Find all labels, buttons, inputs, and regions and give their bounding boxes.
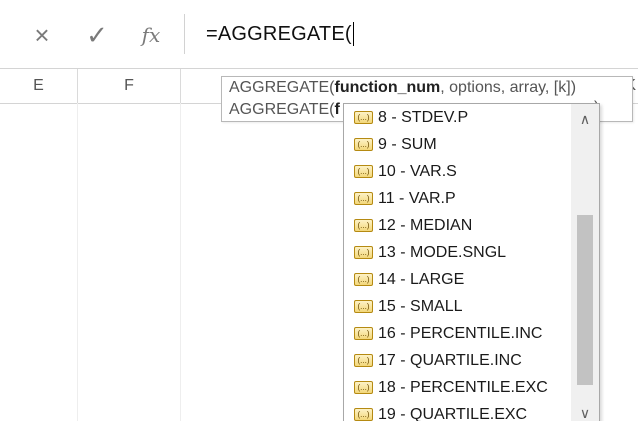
dropdown-item-label: 12 - MEDIAN [378, 216, 473, 234]
option-icon: (...) [354, 300, 373, 313]
column-header-f[interactable]: F [78, 69, 181, 103]
tooltip-fn-name: AGGREGATE( [229, 101, 335, 118]
dropdown-item[interactable]: (...) 15 - SMALL [344, 293, 570, 320]
column-label: E [33, 77, 44, 94]
tooltip-other-args: , options, array, [k]) [440, 79, 577, 96]
dropdown-item[interactable]: (...) 8 - STDEV.P [344, 104, 570, 131]
dropdown-item[interactable]: (...) 18 - PERCENTILE.EXC [344, 374, 570, 401]
tooltip-signature[interactable]: AGGREGATE(function_num, options, array, … [222, 77, 632, 99]
formula-bar: × ✓ fx =AGGREGATE( [0, 0, 638, 68]
dropdown-item-label: 11 - VAR.P [378, 189, 456, 207]
excel-window: × ✓ fx =AGGREGATE( E F K AGGREGATE(funct… [0, 0, 638, 421]
option-icon: (...) [354, 246, 373, 259]
dropdown-item[interactable]: (...) 14 - LARGE [344, 266, 570, 293]
dropdown-item-label: 9 - SUM [378, 135, 437, 153]
option-icon: (...) [354, 381, 373, 394]
scroll-up-icon[interactable]: ∧ [571, 108, 599, 130]
dropdown-item-label: 18 - PERCENTILE.EXC [378, 378, 548, 396]
dropdown-item-label: 13 - MODE.SNGL [378, 243, 507, 261]
option-icon: (...) [354, 219, 373, 232]
dropdown-item-label: 10 - VAR.S [378, 162, 457, 180]
dropdown-item-label: 8 - STDEV.P [378, 108, 469, 126]
text-caret [352, 22, 354, 46]
dropdown-item-label: 17 - QUARTILE.INC [378, 351, 522, 369]
insert-function-icon[interactable]: fx [132, 18, 170, 52]
dropdown-item[interactable]: (...) 16 - PERCENTILE.INC [344, 320, 570, 347]
column-header-e[interactable]: E [0, 69, 78, 103]
option-icon: (...) [354, 327, 373, 340]
cancel-icon[interactable]: × [24, 18, 60, 52]
formula-bar-divider [184, 14, 185, 54]
column-label: F [124, 77, 134, 94]
formula-input[interactable]: =AGGREGATE( [192, 16, 638, 52]
option-icon: (...) [354, 192, 373, 205]
dropdown-item-label: 16 - PERCENTILE.INC [378, 324, 543, 342]
option-icon: (...) [354, 408, 373, 421]
dropdown-item[interactable]: (...) 17 - QUARTILE.INC [344, 347, 570, 374]
dropdown-item[interactable]: (...) 19 - QUARTILE.EXC [344, 401, 570, 421]
dropdown-list: (...) 8 - STDEV.P (...) 9 - SUM (...) 10 - VA… [344, 104, 570, 421]
dropdown-item-label: 15 - SMALL [378, 297, 463, 315]
option-icon: (...) [354, 165, 373, 178]
scroll-down-icon[interactable]: ∨ [571, 402, 599, 421]
function-num-dropdown: (...) 8 - STDEV.P (...) 9 - SUM (...) 10 - VA… [343, 103, 600, 421]
option-icon: (...) [354, 111, 373, 124]
grid-line [180, 103, 181, 421]
dropdown-item[interactable]: (...) 12 - MEDIAN [344, 212, 570, 239]
formula-text: =AGGREGATE( [206, 22, 352, 45]
option-icon: (...) [354, 354, 373, 367]
enter-icon[interactable]: ✓ [78, 18, 116, 52]
option-icon: (...) [354, 273, 373, 286]
dropdown-item[interactable]: (...) 10 - VAR.S [344, 158, 570, 185]
dropdown-item-label: 19 - QUARTILE.EXC [378, 405, 528, 421]
scrollbar-thumb[interactable] [577, 215, 593, 386]
dropdown-item-label: 14 - LARGE [378, 270, 465, 288]
tooltip-fn-name: AGGREGATE( [229, 79, 335, 96]
tooltip-current-arg: f [334, 101, 340, 118]
dropdown-scrollbar[interactable]: ∧ ∨ [571, 104, 599, 421]
option-icon: (...) [354, 138, 373, 151]
dropdown-item[interactable]: (...) 11 - VAR.P [344, 185, 570, 212]
grid-line [77, 103, 78, 421]
dropdown-item[interactable]: (...) 13 - MODE.SNGL [344, 239, 570, 266]
tooltip-current-arg: function_num [334, 79, 441, 96]
dropdown-item[interactable]: (...) 9 - SUM [344, 131, 570, 158]
